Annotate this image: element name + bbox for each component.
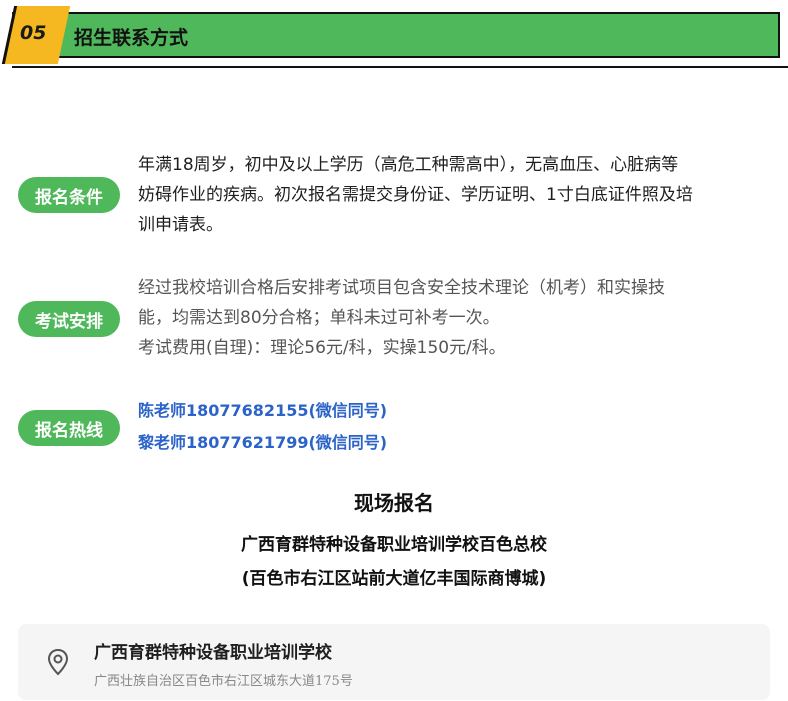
hotline-contact[interactable]: 黎老师18077621799(微信同号) (138, 427, 387, 459)
section-title: 招生联系方式 (74, 27, 189, 49)
requirements-line: 训申请表。 (138, 215, 223, 235)
requirements-badge: 报名条件 (18, 177, 120, 213)
requirements-line: 年满18周岁，初中及以上学历（高危工种需高中），无高血压、心脏病等 (138, 155, 679, 175)
hotline-list: 陈老师18077682155(微信同号) 黎老师18077621799(微信同号… (138, 395, 387, 459)
hotline-contact[interactable]: 陈老师18077682155(微信同号) (138, 395, 387, 427)
header-underline (12, 66, 788, 68)
onsite-address: (百色市右江区站前大道亿丰国际商博城) (241, 569, 547, 589)
exam-line: 经过我校培训合格后安排考试项目包含安全技术理论（机考）和实操技 (138, 278, 665, 298)
requirements-text: 年满18周岁，初中及以上学历（高危工种需高中），无高血压、心脏病等 妨碍作业的疾… (138, 150, 758, 240)
location-title: 广西育群特种设备职业培训学校 (94, 643, 332, 663)
location-pin-icon (47, 648, 69, 676)
location-card[interactable]: 广西育群特种设备职业培训学校 广西壮族自治区百色市右江区城东大道175号 (18, 624, 770, 700)
requirements-line: 妨碍作业的疾病。初次报名需提交身份证、学历证明、1寸白底证件照及培 (138, 185, 693, 205)
exam-text: 经过我校培训合格后安排考试项目包含安全技术理论（机考）和实操技 能，均需达到80… (138, 273, 758, 363)
exam-line: 考试费用(自理)：理论56元/科，实操150元/科。 (138, 338, 506, 358)
exam-badge: 考试安排 (18, 301, 120, 337)
onsite-heading: 现场报名 (354, 491, 434, 515)
onsite-school: 广西育群特种设备职业培训学校百色总校 (241, 535, 547, 555)
location-address: 广西壮族自治区百色市右江区城东大道175号 (94, 674, 353, 689)
section-number: 05 (20, 22, 47, 44)
exam-line: 能，均需达到80分合格；单科未过可补考一次。 (138, 308, 500, 328)
hotline-badge: 报名热线 (18, 410, 120, 446)
